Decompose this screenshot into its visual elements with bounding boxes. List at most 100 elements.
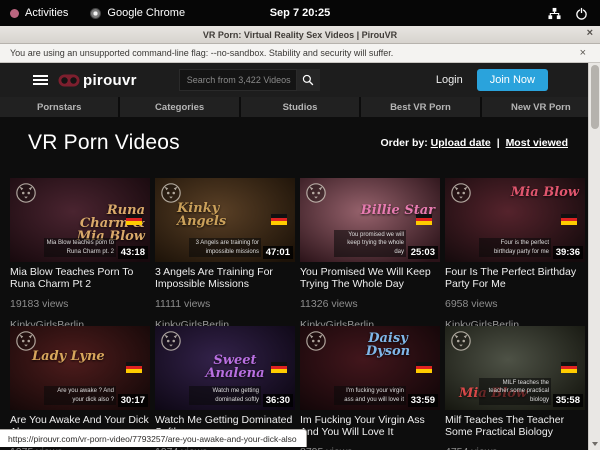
scrollbar-thumb[interactable] bbox=[591, 65, 599, 129]
video-card[interactable]: Mia Blow MILF teaches the teacher some p… bbox=[445, 326, 585, 450]
warning-close-icon[interactable]: × bbox=[580, 47, 600, 59]
studio-cat-watermark-icon bbox=[305, 182, 327, 204]
german-flag-icon bbox=[271, 214, 287, 225]
german-flag-icon bbox=[416, 214, 432, 225]
video-views: 4754 views bbox=[445, 446, 585, 450]
thumbnail-overlay-title: Lady Lyne bbox=[32, 350, 105, 363]
search-icon bbox=[302, 74, 314, 86]
join-now-button[interactable]: Join Now bbox=[477, 69, 548, 91]
screen: Activities Google Chrome Sep 7 20:25 VR … bbox=[0, 0, 600, 450]
logo-text: pirouvr bbox=[83, 72, 137, 89]
video-title[interactable]: Mia Blow Teaches Porn To Runa Charm Pt 2 bbox=[10, 267, 150, 291]
main-nav: Pornstars Categories Studios Best VR Por… bbox=[0, 97, 600, 117]
power-icon[interactable] bbox=[575, 7, 588, 20]
video-thumbnail[interactable]: Kinky Angels 3 Angels are training for i… bbox=[155, 178, 295, 262]
network-icon[interactable] bbox=[548, 7, 561, 20]
thumbnail-caption: 3 Angels are training for impossible mis… bbox=[189, 238, 261, 257]
video-thumbnail[interactable]: Mia Blow Four is the perfect birthday pa… bbox=[445, 178, 585, 262]
video-duration-badge: 47:01 bbox=[263, 246, 293, 259]
video-duration-badge: 36:30 bbox=[263, 394, 293, 407]
page-title: VR Porn Videos bbox=[28, 131, 180, 155]
studio-cat-watermark-icon bbox=[450, 182, 472, 204]
video-title[interactable]: Im Fucking Your Virgin Ass And You Will … bbox=[300, 415, 440, 439]
clock[interactable]: Sep 7 20:25 bbox=[0, 7, 600, 19]
thumbnail-caption: Are you awake ? And your dick also ? bbox=[44, 386, 116, 405]
video-views: 6958 views bbox=[445, 298, 585, 310]
thumbnail-caption: You promised we will keep trying the who… bbox=[334, 230, 406, 257]
window-title: VR Porn: Virtual Reality Sex Videos | Pi… bbox=[203, 30, 397, 40]
video-card[interactable]: Kinky Angels 3 Angels are training for i… bbox=[155, 178, 295, 326]
nav-item-pornstars[interactable]: Pornstars bbox=[0, 97, 118, 117]
thumbnail-caption: MILF teaches the teacher some practical … bbox=[479, 378, 551, 405]
nav-item-new-vr[interactable]: New VR Porn bbox=[482, 97, 600, 117]
video-duration-badge: 35:58 bbox=[553, 394, 583, 407]
login-link[interactable]: Login bbox=[436, 74, 463, 86]
scrollbar[interactable] bbox=[588, 63, 600, 450]
video-duration-badge: 25:03 bbox=[408, 246, 438, 259]
video-title[interactable]: 3 Angels Are Training For Impossible Mis… bbox=[155, 267, 295, 291]
site-header: pirouvr Login Join Now bbox=[0, 63, 600, 97]
thumbnail-overlay-title: Mia Blow bbox=[511, 186, 579, 199]
vr-goggles-icon bbox=[58, 74, 80, 87]
video-views: 11326 views bbox=[300, 298, 440, 310]
video-grid: Runa Charm & Mia Blow Mia Blow teaches p… bbox=[10, 178, 590, 450]
nav-item-best-vr[interactable]: Best VR Porn bbox=[361, 97, 479, 117]
german-flag-icon bbox=[126, 214, 142, 225]
video-title[interactable]: Milf Teaches The Teacher Some Practical … bbox=[445, 415, 585, 439]
thumbnail-caption: Watch me getting dominated softly bbox=[189, 386, 261, 405]
video-duration-badge: 39:36 bbox=[553, 246, 583, 259]
german-flag-icon bbox=[561, 214, 577, 225]
thumbnail-caption: Mia Blow teaches porn to Runa Charm pt. … bbox=[44, 238, 116, 257]
thumbnail-overlay-title: Daisy Dyson bbox=[348, 332, 428, 358]
search-button[interactable] bbox=[297, 69, 320, 91]
page-content: VR Porn Videos Order by: Upload date | M… bbox=[0, 117, 600, 450]
video-thumbnail[interactable]: Lady Lyne Are you awake ? And your dick … bbox=[10, 326, 150, 410]
video-thumbnail[interactable]: Billie Star You promised we will keep tr… bbox=[300, 178, 440, 262]
german-flag-icon bbox=[561, 362, 577, 373]
window-close-icon[interactable]: × bbox=[587, 27, 593, 39]
order-by-label: Order by: bbox=[380, 137, 427, 149]
menu-hamburger-icon[interactable] bbox=[33, 73, 48, 87]
video-title[interactable]: You Promised We Will Keep Trying The Who… bbox=[300, 267, 440, 291]
thumbnail-overlay-title: Kinky Angels bbox=[177, 202, 257, 228]
link-status-bubble: https://pirouvr.com/vr-porn-video/779325… bbox=[0, 429, 307, 447]
order-by: Order by: Upload date | Most viewed bbox=[380, 137, 568, 149]
german-flag-icon bbox=[416, 362, 432, 373]
video-card[interactable]: Daisy Dyson I'm fucking your virgin ass … bbox=[300, 326, 440, 450]
nav-item-categories[interactable]: Categories bbox=[120, 97, 238, 117]
video-card[interactable]: Mia Blow Four is the perfect birthday pa… bbox=[445, 178, 585, 326]
search-input[interactable] bbox=[179, 69, 297, 91]
video-card[interactable]: Billie Star You promised we will keep tr… bbox=[300, 178, 440, 326]
german-flag-icon bbox=[271, 362, 287, 373]
video-views: 8795 views bbox=[300, 446, 440, 450]
warning-text: You are using an unsupported command-lin… bbox=[0, 48, 393, 58]
german-flag-icon bbox=[126, 362, 142, 373]
studio-cat-watermark-icon bbox=[160, 330, 182, 352]
order-upload-date-link[interactable]: Upload date bbox=[431, 137, 491, 149]
nav-item-studios[interactable]: Studios bbox=[241, 97, 359, 117]
order-separator: | bbox=[497, 137, 500, 149]
video-thumbnail[interactable]: Runa Charm & Mia Blow Mia Blow teaches p… bbox=[10, 178, 150, 262]
site-logo[interactable]: pirouvr bbox=[58, 72, 137, 89]
studio-cat-watermark-icon bbox=[450, 330, 472, 352]
thumbnail-caption: I'm fucking your virgin ass and you will… bbox=[334, 386, 406, 405]
system-top-bar: Activities Google Chrome Sep 7 20:25 bbox=[0, 0, 600, 26]
studio-cat-watermark-icon bbox=[15, 182, 37, 204]
video-thumbnail[interactable]: Sweet Analena Watch me getting dominated… bbox=[155, 326, 295, 410]
studio-cat-watermark-icon bbox=[305, 330, 327, 352]
scrollbar-down-arrow-icon[interactable] bbox=[592, 442, 598, 446]
video-thumbnail[interactable]: Daisy Dyson I'm fucking your virgin ass … bbox=[300, 326, 440, 410]
thumbnail-overlay-title: Sweet Analena bbox=[195, 354, 275, 380]
window-titlebar[interactable]: VR Porn: Virtual Reality Sex Videos | Pi… bbox=[0, 26, 600, 44]
order-most-viewed-link[interactable]: Most viewed bbox=[506, 137, 568, 149]
video-duration-badge: 43:18 bbox=[118, 246, 148, 259]
status-url: https://pirouvr.com/vr-porn-video/779325… bbox=[8, 434, 297, 444]
video-duration-badge: 30:17 bbox=[118, 394, 148, 407]
chrome-warning-bar: You are using an unsupported command-lin… bbox=[0, 44, 600, 63]
video-card[interactable]: Runa Charm & Mia Blow Mia Blow teaches p… bbox=[10, 178, 150, 326]
video-views: 11111 views bbox=[155, 298, 295, 310]
thumbnail-caption: Four is the perfect birthday party for m… bbox=[479, 238, 551, 257]
video-title[interactable]: Four Is The Perfect Birthday Party For M… bbox=[445, 267, 585, 291]
video-thumbnail[interactable]: Mia Blow MILF teaches the teacher some p… bbox=[445, 326, 585, 410]
video-duration-badge: 33:59 bbox=[408, 394, 438, 407]
